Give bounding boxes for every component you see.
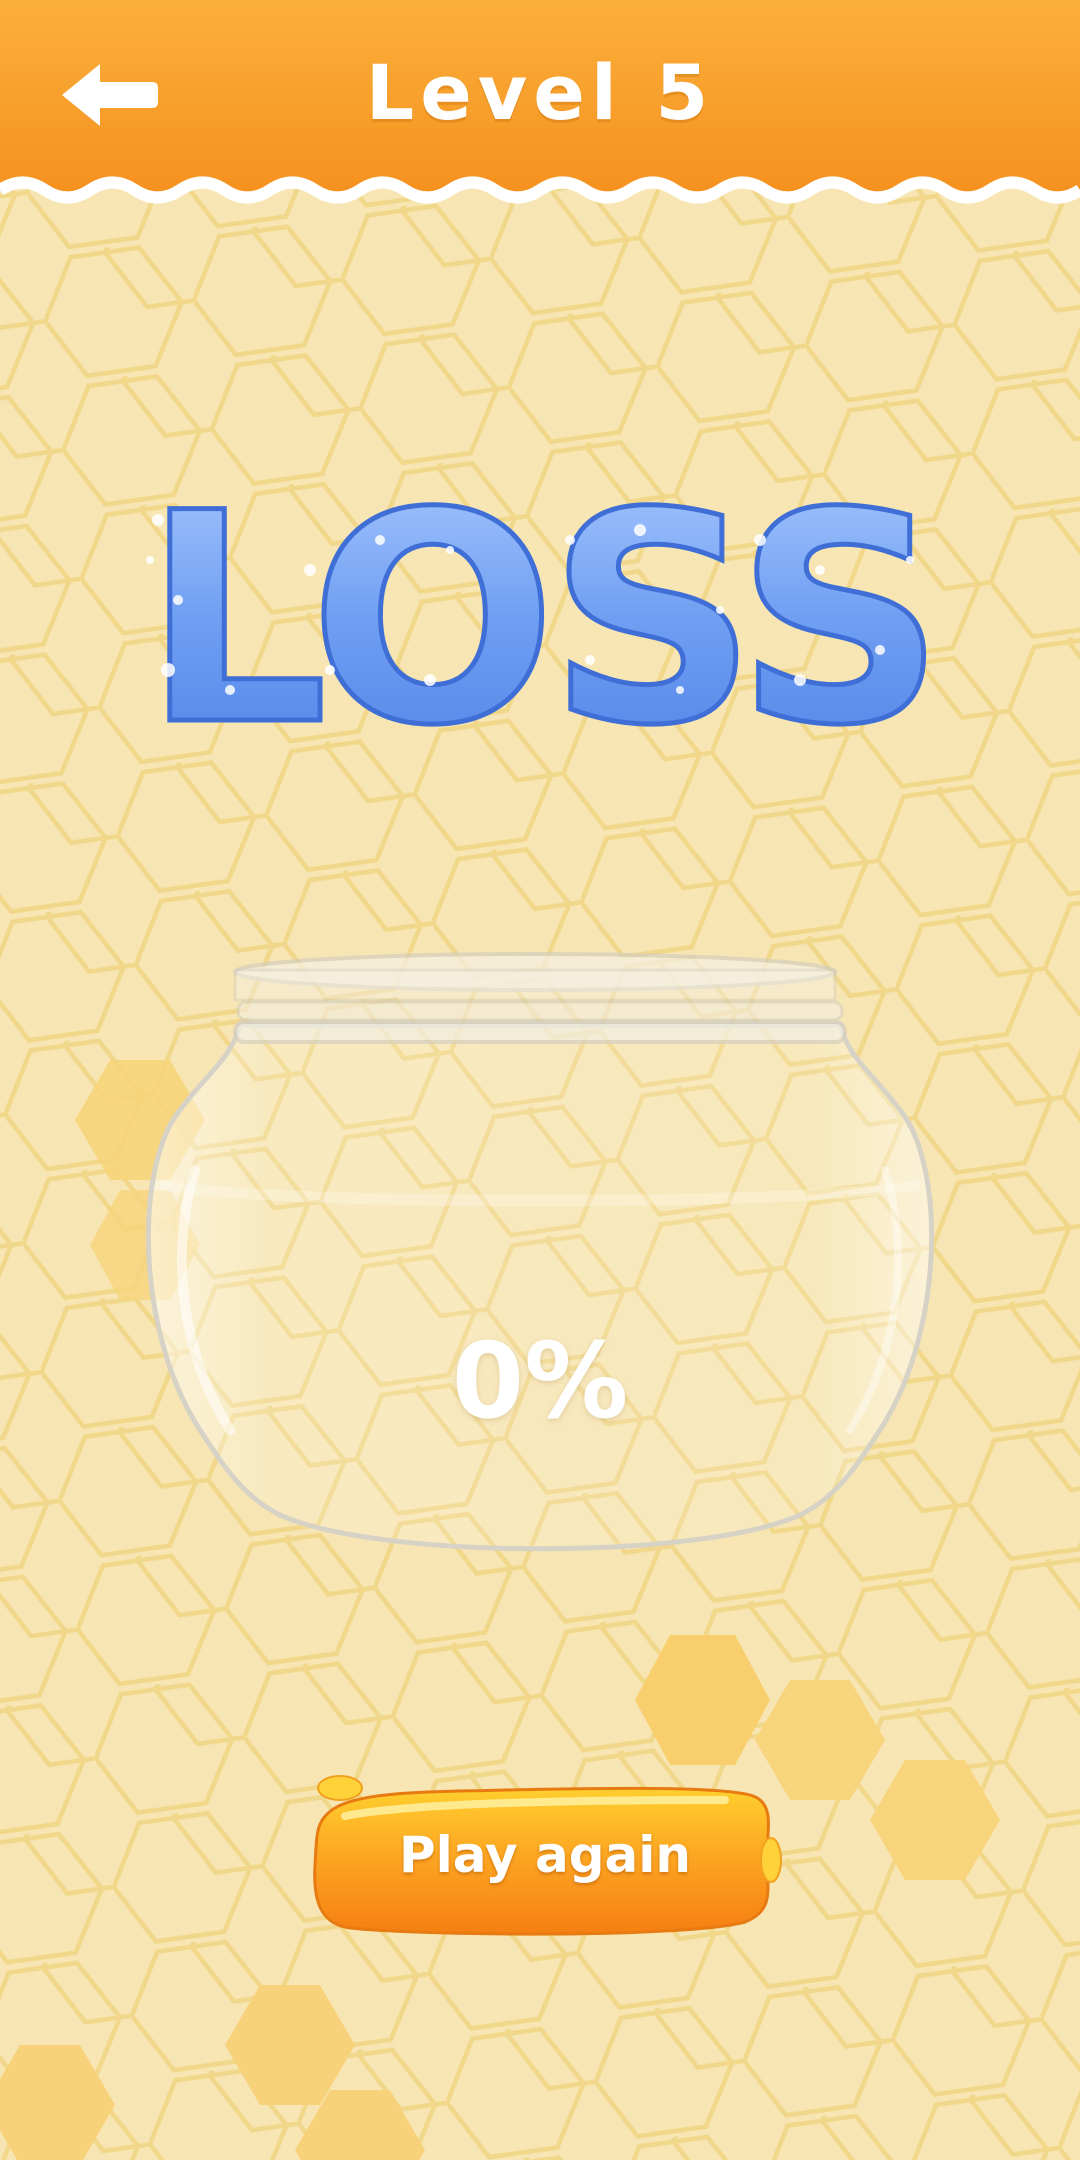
loss-title: LOSS xyxy=(141,480,948,750)
play-again-label: Play again xyxy=(399,1826,691,1884)
level-title: Level 5 xyxy=(365,48,715,137)
loss-title-text: LOSS xyxy=(143,480,937,750)
jar-body xyxy=(145,1022,935,1552)
play-again-button[interactable]: Play again xyxy=(305,1770,785,1940)
top-bar: Level 5 xyxy=(0,0,1080,215)
jar-neck xyxy=(233,1020,847,1044)
fill-percentage: 0% xyxy=(451,1320,629,1442)
honey-jar xyxy=(145,952,935,1552)
jar-neck xyxy=(236,1000,844,1022)
